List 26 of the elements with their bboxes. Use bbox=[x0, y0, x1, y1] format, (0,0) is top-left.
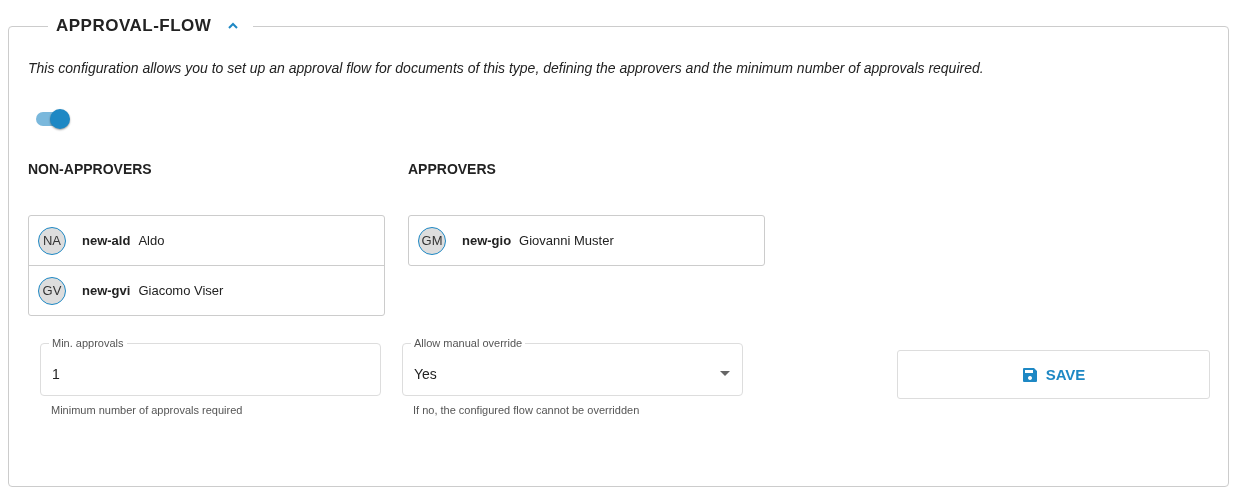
field-label: Min. approvals bbox=[49, 337, 127, 349]
avatar: NA bbox=[38, 226, 66, 255]
list-heading: NON-APPROVERS bbox=[28, 161, 153, 177]
collapse-chevron-icon[interactable] bbox=[227, 22, 240, 30]
helper-text: Minimum number of approvals required bbox=[51, 404, 244, 416]
select-value: Yes bbox=[414, 365, 438, 382]
user-row[interactable]: GM new-gio Giovanni Muster bbox=[409, 216, 764, 265]
toggle-switch[interactable] bbox=[36, 109, 70, 129]
description-text: This configuration allows you to set up an approval flow for documents of this type, defining the approvers and the minimum number of approvals required. bbox=[28, 60, 985, 76]
field-label: Allow manual override bbox=[411, 337, 526, 349]
username-text: new-gvi bbox=[82, 283, 131, 298]
username-text: new-ald bbox=[82, 233, 131, 248]
username-text: new-gio bbox=[462, 233, 512, 248]
list-heading: APPROVERS bbox=[408, 161, 497, 177]
helper-text: If no, the configured flow cannot be overridden bbox=[413, 404, 641, 416]
input-value: 1 bbox=[52, 365, 61, 382]
user-name-text: Giacomo Viser bbox=[138, 283, 224, 298]
user-name-text: Aldo bbox=[138, 233, 165, 248]
save-button[interactable]: SAVE bbox=[897, 350, 1210, 399]
user-name-text: Giovanni Muster bbox=[519, 233, 614, 248]
caret-icon bbox=[720, 371, 730, 376]
avatar: GM bbox=[418, 226, 446, 255]
user-row[interactable]: GV new-gvi Giacomo Viser bbox=[29, 265, 384, 315]
avatar: GV bbox=[38, 276, 66, 305]
section-title: APPROVAL-FLOW bbox=[56, 16, 212, 36]
user-row[interactable]: NA new-ald Aldo bbox=[29, 216, 384, 265]
